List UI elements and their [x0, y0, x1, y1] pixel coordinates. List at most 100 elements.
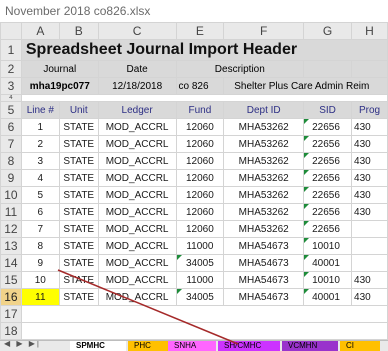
prog-cell[interactable]: 430 — [351, 118, 388, 136]
fund-cell[interactable]: 12060 — [175, 203, 225, 221]
unit-cell[interactable]: STATE — [58, 271, 99, 289]
dept-id-cell[interactable]: MHA54673 — [223, 237, 305, 255]
sid-cell[interactable]: 10010 — [303, 237, 353, 255]
ledger-cell[interactable]: MOD_ACCRL — [97, 288, 177, 306]
dept-id-cell[interactable]: MHA54673 — [223, 254, 305, 272]
line-number-cell[interactable]: 8 — [20, 237, 60, 255]
line-number-cell[interactable]: 3 — [20, 152, 60, 170]
sid-cell[interactable]: 22656 — [303, 186, 353, 204]
line-number-cell[interactable]: 9 — [20, 254, 60, 272]
line-number-cell[interactable]: 7 — [20, 220, 60, 238]
row-header[interactable]: 8 — [0, 152, 22, 170]
sid-cell[interactable]: 40001 — [303, 254, 353, 272]
journal-id-cell[interactable]: mha19pc077 — [20, 77, 99, 95]
unit-cell[interactable]: STATE — [58, 169, 99, 187]
header-line[interactable]: Line # — [20, 101, 60, 119]
ledger-cell[interactable]: MOD_ACCRL — [97, 203, 177, 221]
sid-cell[interactable]: 22656 — [303, 135, 353, 153]
col-header-g[interactable]: G — [303, 22, 353, 40]
ledger-cell[interactable]: MOD_ACCRL — [97, 152, 177, 170]
prog-cell[interactable] — [351, 237, 388, 255]
fund-cell[interactable]: 12060 — [175, 118, 225, 136]
line-number-cell[interactable]: 10 — [20, 271, 60, 289]
row-header[interactable]: 9 — [0, 169, 22, 187]
dept-id-cell[interactable]: MHA54673 — [223, 271, 305, 289]
prog-cell[interactable] — [351, 254, 388, 272]
dept-id-cell[interactable]: MHA54673 — [223, 288, 305, 306]
empty-row[interactable] — [20, 322, 388, 340]
row-header-1[interactable]: 1 — [0, 39, 22, 61]
prog-cell[interactable]: 430 — [351, 169, 388, 187]
description-cell[interactable]: Shelter Plus Care Admin Reim — [223, 77, 388, 95]
prog-cell[interactable] — [351, 220, 388, 238]
description-label[interactable]: Description — [175, 60, 305, 78]
col-header-h[interactable]: H — [351, 22, 388, 40]
unit-cell[interactable]: STATE — [58, 237, 99, 255]
dept-id-cell[interactable]: MHA53262 — [223, 220, 305, 238]
sid-cell[interactable]: 22656 — [303, 118, 353, 136]
empty-row[interactable] — [20, 305, 388, 323]
ledger-cell[interactable]: MOD_ACCRL — [97, 169, 177, 187]
ledger-cell[interactable]: MOD_ACCRL — [97, 135, 177, 153]
row-header[interactable]: 16 — [0, 288, 22, 306]
spacer-row[interactable] — [20, 94, 388, 102]
cell-h2[interactable] — [351, 60, 388, 78]
header-prog[interactable]: Prog — [351, 101, 388, 119]
row-header-18[interactable]: 18 — [0, 322, 22, 340]
code-cell[interactable]: co 826 — [175, 77, 225, 95]
row-header-17[interactable]: 17 — [0, 305, 22, 323]
sid-cell[interactable]: 40001 — [303, 288, 353, 306]
fund-cell[interactable]: 34005 — [175, 288, 225, 306]
header-unit[interactable]: Unit — [58, 101, 99, 119]
dept-id-cell[interactable]: MHA53262 — [223, 118, 305, 136]
dept-id-cell[interactable]: MHA53262 — [223, 203, 305, 221]
prog-cell[interactable]: 430 — [351, 203, 388, 221]
row-header[interactable]: 12 — [0, 220, 22, 238]
row-header-4[interactable]: 4 — [0, 94, 22, 102]
line-number-cell[interactable]: 5 — [20, 186, 60, 204]
row-header[interactable]: 11 — [0, 203, 22, 221]
fund-cell[interactable]: 12060 — [175, 135, 225, 153]
row-header[interactable]: 13 — [0, 237, 22, 255]
unit-cell[interactable]: STATE — [58, 152, 99, 170]
dept-id-cell[interactable]: MHA53262 — [223, 152, 305, 170]
col-header-c[interactable]: C — [97, 22, 177, 40]
sid-cell[interactable]: 10010 — [303, 271, 353, 289]
date-cell[interactable]: 12/18/2018 — [97, 77, 177, 95]
unit-cell[interactable]: STATE — [58, 118, 99, 136]
tab-nav-arrows[interactable]: ◀ ▶ ▶| — [4, 341, 41, 348]
fund-cell[interactable]: 34005 — [175, 254, 225, 272]
line-number-cell[interactable]: 4 — [20, 169, 60, 187]
sid-cell[interactable]: 22656 — [303, 203, 353, 221]
header-ledger[interactable]: Ledger — [97, 101, 177, 119]
unit-cell[interactable]: STATE — [58, 220, 99, 238]
col-header-b[interactable]: B — [58, 22, 99, 40]
line-number-cell[interactable]: 1 — [20, 118, 60, 136]
sid-cell[interactable]: 22656 — [303, 169, 353, 187]
prog-cell[interactable]: 430 — [351, 135, 388, 153]
ledger-cell[interactable]: MOD_ACCRL — [97, 254, 177, 272]
ledger-cell[interactable]: MOD_ACCRL — [97, 118, 177, 136]
unit-cell[interactable]: STATE — [58, 186, 99, 204]
dept-id-cell[interactable]: MHA53262 — [223, 135, 305, 153]
row-header[interactable]: 6 — [0, 118, 22, 136]
cell-g2[interactable] — [303, 60, 353, 78]
unit-cell[interactable]: STATE — [58, 135, 99, 153]
dept-id-cell[interactable]: MHA53262 — [223, 169, 305, 187]
line-number-cell[interactable]: 6 — [20, 203, 60, 221]
prog-cell[interactable]: 430 — [351, 152, 388, 170]
sheet-title[interactable]: Spreadsheet Journal Import Header — [20, 39, 388, 61]
row-header[interactable]: 14 — [0, 254, 22, 272]
dept-id-cell[interactable]: MHA53262 — [223, 186, 305, 204]
col-header-f[interactable]: F — [223, 22, 305, 40]
prog-cell[interactable]: 430 — [351, 288, 388, 306]
ledger-cell[interactable]: MOD_ACCRL — [97, 237, 177, 255]
journal-label[interactable]: Journal — [20, 60, 99, 78]
select-all-corner[interactable] — [0, 22, 22, 40]
header-fund[interactable]: Fund — [175, 101, 225, 119]
fund-cell[interactable]: 12060 — [175, 220, 225, 238]
date-label[interactable]: Date — [97, 60, 177, 78]
row-header-2[interactable]: 2 — [0, 60, 22, 78]
row-header[interactable]: 10 — [0, 186, 22, 204]
unit-cell[interactable]: STATE — [58, 288, 99, 306]
